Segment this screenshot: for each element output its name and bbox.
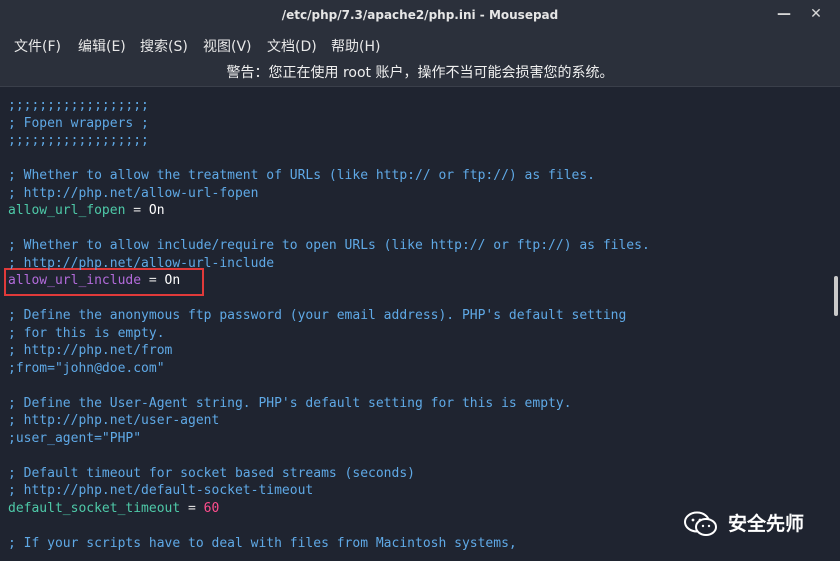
- code-setting-line: allow_url_fopen = On: [8, 202, 165, 220]
- code-comment-line: ; http://php.net/allow-url-fopen: [8, 185, 258, 203]
- setting-operator: =: [180, 500, 204, 516]
- code-comment-line: ; Default timeout for socket based strea…: [8, 465, 415, 483]
- code-comment-line: ; http://php.net/allow-url-include: [8, 255, 274, 273]
- setting-operator: =: [141, 273, 165, 288]
- code-comment-line: ; http://php.net/from: [8, 342, 172, 360]
- code-comment-line: ; Define the User-Agent string. PHP's de…: [8, 395, 572, 413]
- code-comment-line: ;from="john@doe.com": [8, 360, 165, 378]
- code-comment-line: ; http://php.net/user-agent: [8, 412, 219, 430]
- setting-value: 60: [203, 500, 220, 516]
- menu-file[interactable]: 文件(F): [14, 36, 61, 56]
- comment-text: ; Whether to allow include/require to op…: [8, 238, 650, 253]
- code-setting-line: allow_url_include = On: [8, 272, 180, 290]
- comment-text: ; Fopen wrappers ;: [8, 115, 149, 131]
- comment-text: ; Whether to allow the treatment of URLs…: [8, 168, 595, 183]
- menu-help[interactable]: 帮助(H): [331, 36, 380, 56]
- code-comment-line: ; for this is empty.: [8, 325, 165, 343]
- code-comment-line: ; Whether to allow include/require to op…: [8, 237, 650, 255]
- root-warning-text: 警告：您正在使用 root 账户，操作不当可能会损害您的系统。: [226, 65, 614, 81]
- comment-text: ; http://php.net/user-agent: [8, 413, 220, 428]
- setting-value: On: [164, 273, 181, 288]
- window-title: /etc/php/7.3/apache2/php.ini - Mousepad: [281, 8, 559, 22]
- menu-edit[interactable]: 编辑(E): [78, 36, 126, 56]
- code-comment-line: ; Fopen wrappers ;: [8, 115, 149, 133]
- code-comment-line: ; http://php.net/default-socket-timeout: [8, 482, 313, 500]
- comment-text: ;;;;;;;;;;;;;;;;;;: [8, 98, 149, 113]
- wechat-icon: [684, 511, 717, 536]
- setting-operator: =: [125, 203, 149, 218]
- comment-text: ; for this is empty.: [8, 325, 165, 341]
- comment-text: ; Default timeout for socket based strea…: [8, 465, 415, 481]
- setting-key: allow_url_include: [8, 273, 142, 288]
- comment-text: ; http://php.net/from: [8, 343, 173, 358]
- code-comment-line: ;user_agent="PHP": [8, 430, 141, 448]
- code-comment-line: ; Whether to allow the treatment of URLs…: [8, 167, 595, 185]
- code-comment-line: ;;;;;;;;;;;;;;;;;;: [8, 97, 149, 115]
- comment-text: ; http://php.net/allow-url-fopen: [8, 185, 259, 201]
- menu-search[interactable]: 搜索(S): [140, 36, 188, 56]
- code-comment-line: ; Define the anonymous ftp password (you…: [8, 307, 626, 325]
- menu-bar: 文件(F) 编辑(E) 搜索(S) 视图(V) 文档(D) 帮助(H): [0, 31, 840, 57]
- comment-text: ;from="john@doe.com": [8, 360, 165, 376]
- comment-text: ;user_agent="PHP": [8, 430, 142, 446]
- comment-text: ; http://php.net/default-socket-timeout: [8, 483, 314, 498]
- comment-text: ; Define the User-Agent string. PHP's de…: [8, 395, 572, 411]
- comment-text: ; Define the anonymous ftp password (you…: [8, 308, 627, 323]
- setting-key: default_socket_timeout: [8, 500, 181, 516]
- menu-document[interactable]: 文档(D): [267, 36, 317, 56]
- text-editor[interactable]: ;;;;;;;;;;;;;;;;;; ; Fopen wrappers ;;;;;…: [0, 87, 832, 561]
- root-warning-bar: 警告：您正在使用 root 账户，操作不当可能会损害您的系统。: [0, 57, 840, 87]
- vertical-scrollbar[interactable]: [832, 87, 840, 561]
- close-icon[interactable]: ✕: [808, 6, 824, 22]
- minimize-icon[interactable]: —: [776, 6, 792, 22]
- scrollbar-thumb[interactable]: [834, 276, 838, 316]
- comment-text: ; If your scripts have to deal with file…: [8, 535, 517, 551]
- menu-view[interactable]: 视图(V): [203, 36, 252, 56]
- comment-text: ; http://php.net/allow-url-include: [8, 255, 275, 271]
- comment-text: ;;;;;;;;;;;;;;;;;;: [8, 133, 149, 148]
- setting-value: On: [148, 203, 165, 218]
- setting-key: allow_url_fopen: [8, 203, 126, 218]
- code-comment-line: ; If your scripts have to deal with file…: [8, 535, 517, 553]
- watermark-text: 安全先师: [728, 513, 805, 535]
- code-comment-line: ;;;;;;;;;;;;;;;;;;: [8, 132, 149, 150]
- title-bar: /etc/php/7.3/apache2/php.ini - Mousepad …: [0, 0, 840, 31]
- code-setting-line: default_socket_timeout = 60: [8, 500, 219, 518]
